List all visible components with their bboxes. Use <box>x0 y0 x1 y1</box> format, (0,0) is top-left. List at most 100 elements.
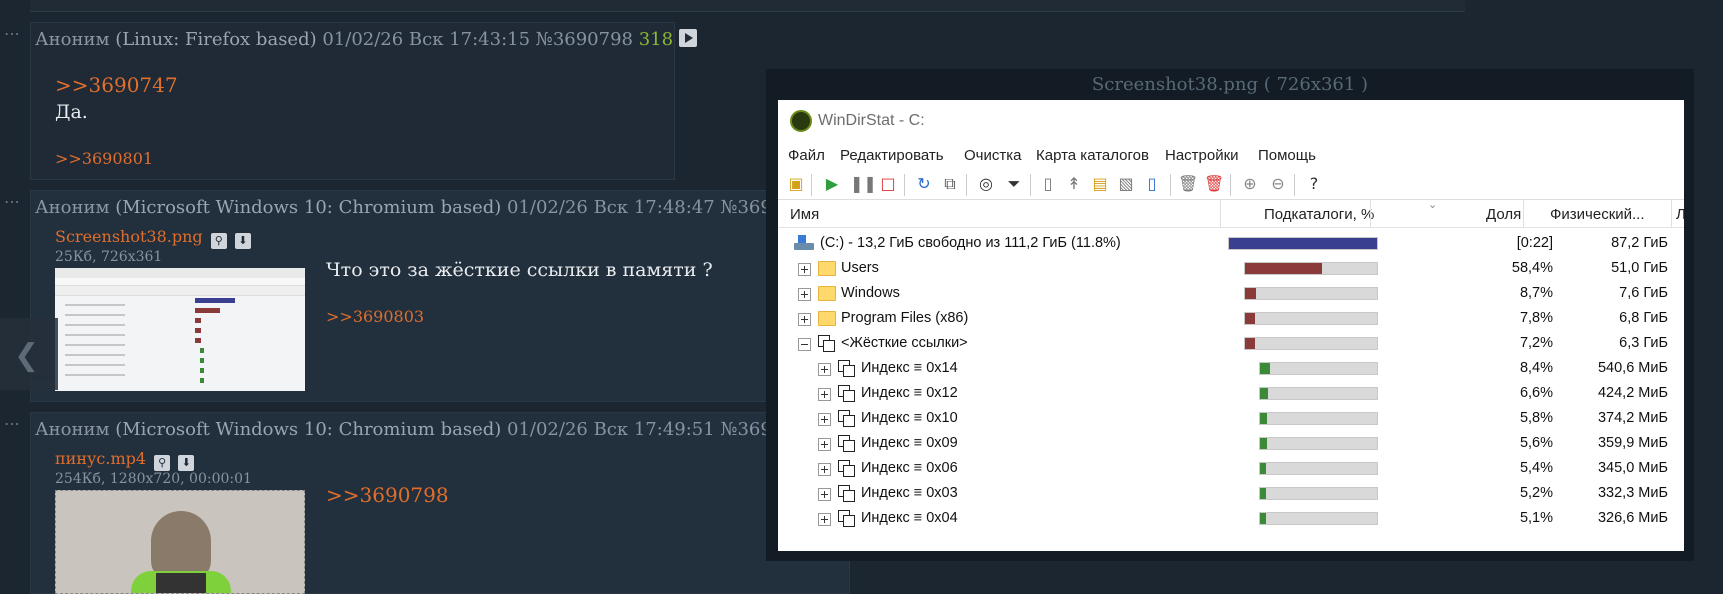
info-icon[interactable]: ▯ <box>1142 174 1162 194</box>
play-icon[interactable]: ▶ <box>822 174 842 194</box>
refresh-selected-icon[interactable]: ⧉ <box>940 174 960 194</box>
menu-help[interactable]: Помощь <box>1258 147 1316 164</box>
subtree-bar <box>1259 462 1378 475</box>
delete-icon[interactable]: 🗑 <box>1204 174 1224 194</box>
expand-icon[interactable] <box>818 363 831 376</box>
row-share: 8,4% <box>1519 360 1553 376</box>
download-icon[interactable]: ⬇ <box>234 233 251 249</box>
expand-icon[interactable] <box>818 413 831 426</box>
video-thumbnail[interactable] <box>55 490 305 594</box>
explorer-icon[interactable]: ↟ <box>1064 174 1084 194</box>
subtree-bar <box>1259 437 1378 450</box>
post-header: Аноним (Linux: Firefox based) 01/02/26 В… <box>35 29 697 50</box>
expand-icon[interactable] <box>818 488 831 501</box>
expand-icon[interactable] <box>798 313 811 326</box>
expand-icon[interactable] <box>818 513 831 526</box>
expand-icon[interactable] <box>818 438 831 451</box>
post-3690798: Аноним (Linux: Firefox based) 01/02/26 В… <box>30 22 697 180</box>
tree-row-index[interactable]: Индекс ≡ 0x09 5,6% 359,9 МиБ <box>778 430 1684 458</box>
copy-path-icon[interactable]: ▯ <box>1038 174 1058 194</box>
tree-row-index[interactable]: Индекс ≡ 0x04 5,1% 326,6 МиБ <box>778 505 1684 533</box>
column-last[interactable]: Ла <box>1676 206 1684 223</box>
subtree-bar <box>1259 387 1378 400</box>
prev-image-button[interactable]: ❮ <box>0 318 58 390</box>
hardlink-icon <box>838 460 855 477</box>
reply-link[interactable]: >>3690747 <box>55 73 178 97</box>
tree-row-index[interactable]: Индекс ≡ 0x06 5,4% 345,0 МиБ <box>778 455 1684 483</box>
column-share[interactable]: Доля <box>1486 206 1521 223</box>
column-physical[interactable]: Физический... <box>1550 206 1645 223</box>
menu-cleanup[interactable]: Очистка <box>964 147 1021 164</box>
row-physical: 326,6 МиБ <box>1597 510 1668 526</box>
reply-link[interactable]: >>3690798 <box>326 483 449 507</box>
folder-icon <box>818 261 836 276</box>
file-name-link[interactable]: пинус.mp4 <box>55 449 146 468</box>
row-share: 6,6% <box>1519 385 1553 401</box>
row-name: Индекс ≡ 0x09 <box>861 435 958 451</box>
tree-row-index[interactable]: Индекс ≡ 0x10 5,8% 374,2 МиБ <box>778 405 1684 433</box>
open-folder-icon[interactable]: ▣ <box>786 174 806 194</box>
post-date: 01/02/26 Вск 17:48:47 <box>507 197 715 218</box>
post-reply-count[interactable]: 318 <box>639 29 673 50</box>
zoom-in-icon[interactable]: ⊕ <box>1240 174 1260 194</box>
expand-icon[interactable] <box>818 463 831 476</box>
expand-icon[interactable] <box>798 288 811 301</box>
post-text: Да. <box>55 101 88 123</box>
properties-icon[interactable]: ▧ <box>1116 174 1136 194</box>
menu-options[interactable]: Настройки <box>1165 147 1239 164</box>
file-name-link[interactable]: Screenshot38.png <box>55 227 203 246</box>
play-icon[interactable] <box>678 29 697 47</box>
collapse-icon[interactable] <box>798 338 811 351</box>
tree-row-index[interactable]: Индекс ≡ 0x12 6,6% 424,2 МиБ <box>778 380 1684 408</box>
clipboard-icon[interactable]: ▤ <box>1090 174 1110 194</box>
subtree-bar <box>1244 312 1378 325</box>
row-physical: 359,9 МиБ <box>1597 435 1668 451</box>
subtree-bar <box>1259 412 1378 425</box>
menu-edit[interactable]: Редактировать <box>840 147 944 164</box>
search-icon[interactable]: ⚲ <box>154 455 171 471</box>
tree-row-windows[interactable]: Windows 8,7% 7,6 ГиБ <box>778 280 1684 308</box>
stop-icon[interactable]: □ <box>878 174 898 194</box>
windirstat-screenshot[interactable]: WinDirStat - C: Файл Редактировать Очист… <box>778 100 1684 551</box>
tree-row-hardlinks[interactable]: <Жёсткие ссылки> 7,2% 6,3 ГиБ <box>778 330 1684 358</box>
pause-icon[interactable]: ❚❚ <box>850 174 877 194</box>
expand-icon[interactable] <box>798 263 811 276</box>
post-menu-icon[interactable]: ⋯ <box>4 24 21 43</box>
row-name: Индекс ≡ 0x04 <box>861 510 958 526</box>
download-icon[interactable]: ⬇ <box>178 455 195 471</box>
refresh-icon[interactable]: ↻ <box>914 174 934 194</box>
column-subtree[interactable]: Подкаталоги, % <box>1264 206 1374 223</box>
menu-file[interactable]: Файл <box>788 147 825 164</box>
row-share: 5,8% <box>1519 410 1553 426</box>
recycle-icon[interactable]: 🗑 <box>1178 174 1198 194</box>
filter-icon[interactable]: ⏷ <box>1004 174 1024 194</box>
menu-treemap[interactable]: Карта каталогов <box>1036 147 1149 164</box>
row-share: 5,1% <box>1519 510 1553 526</box>
scan-icon[interactable]: ◎ <box>976 174 996 194</box>
tree-row-index[interactable]: Индекс ≡ 0x14 8,4% 540,6 МиБ <box>778 355 1684 383</box>
image-thumbnail[interactable] <box>55 268 305 391</box>
tree-row-index[interactable]: Индекс ≡ 0x03 5,2% 332,3 МиБ <box>778 480 1684 508</box>
row-physical: 345,0 МиБ <box>1597 460 1668 476</box>
toolbar: ▣ ▶ ❚❚ □ ↻ ⧉ ◎ ⏷ ▯ ↟ ▤ ▧ ▯ 🗑 🗑 ⊕ ⊖ ? <box>778 168 1684 200</box>
post-date: 01/02/26 Вск 17:49:51 <box>507 419 715 440</box>
tree-row-program-files[interactable]: Program Files (x86) 7,8% 6,8 ГиБ <box>778 305 1684 333</box>
tree-row-users[interactable]: Users 58,4% 51,0 ГиБ <box>778 255 1684 283</box>
column-name[interactable]: Имя <box>790 206 819 223</box>
subtree-bar-fill <box>1260 438 1267 449</box>
help-icon[interactable]: ? <box>1304 174 1324 194</box>
row-share: 5,2% <box>1519 485 1553 501</box>
backlink[interactable]: >>3690801 <box>55 149 153 168</box>
expand-icon[interactable] <box>818 388 831 401</box>
backlink[interactable]: >>3690803 <box>326 307 424 326</box>
post-menu-icon[interactable]: ⋯ <box>4 414 21 433</box>
search-icon[interactable]: ⚲ <box>210 233 227 249</box>
subtree-bar-fill <box>1245 288 1257 299</box>
subtree-bar-fill <box>1260 388 1268 399</box>
post-number[interactable]: №3690798 <box>536 29 633 50</box>
post-menu-icon[interactable]: ⋯ <box>4 192 21 211</box>
post-useragent: (Microsoft Windows 10: Chromium based) <box>115 419 502 440</box>
tree-row-drive[interactable]: (C:) - 13,2 ГиБ свободно из 111,2 ГиБ (1… <box>778 230 1684 258</box>
subtree-bar-fill <box>1229 238 1377 249</box>
zoom-out-icon[interactable]: ⊖ <box>1268 174 1288 194</box>
